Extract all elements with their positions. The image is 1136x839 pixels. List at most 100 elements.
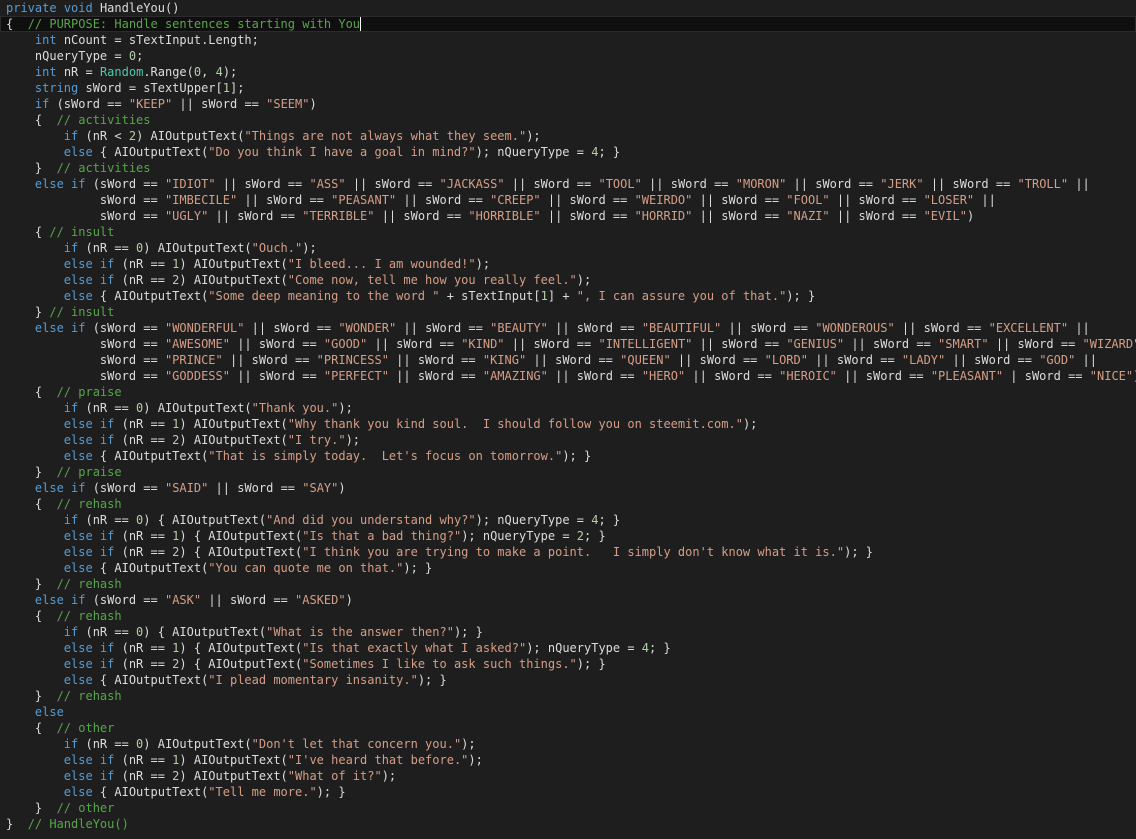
code-line[interactable]: sWord == "GODDESS" || sWord == "PERFECT"…	[0, 368, 1136, 384]
code-text: || sWord ==	[396, 321, 491, 335]
code-line[interactable]: else	[0, 704, 1136, 720]
string-literal: "KEEP"	[128, 97, 173, 111]
code-line[interactable]: { // other	[0, 720, 1136, 736]
code-text: || sWord ==	[692, 209, 787, 223]
code-line[interactable]: } // praise	[0, 464, 1136, 480]
string-literal: "Why thank you kind soul. I should follo…	[287, 417, 743, 431]
code-line[interactable]: else if (sWord == "WONDERFUL" || sWord =…	[0, 320, 1136, 336]
number-literal: 4	[641, 641, 650, 655]
string-literal: "UGLY"	[164, 209, 209, 223]
code-line[interactable]: else if (nR == 1) AIOutputText("I've hea…	[0, 752, 1136, 768]
code-line[interactable]: } // insult	[0, 304, 1136, 320]
code-line[interactable]: else { AIOutputText("Do you think I have…	[0, 144, 1136, 160]
code-line[interactable]: else { AIOutputText("You can quote me on…	[0, 560, 1136, 576]
code-text: || sWord ==	[172, 97, 267, 111]
keyword-token: else if	[63, 273, 115, 287]
keyword-token: else if	[34, 321, 86, 335]
string-literal: "HORRIBLE"	[468, 209, 541, 223]
code-line[interactable]: else { AIOutputText("That is simply toda…	[0, 448, 1136, 464]
code-line[interactable]: } // other	[0, 800, 1136, 816]
string-literal: "PERFECT"	[323, 369, 389, 383]
code-line[interactable]: if (nR == 0) AIOutputText("Thank you.");	[0, 400, 1136, 416]
code-line[interactable]: else if (nR == 1) { AIOutputText("Is tha…	[0, 640, 1136, 656]
code-text: || sWord ==	[547, 321, 642, 335]
code-line[interactable]: else if (nR == 2) AIOutputText("I try.")…	[0, 432, 1136, 448]
code-text: )	[345, 593, 353, 607]
string-literal: "Is that a bad thing?"	[302, 529, 462, 543]
code-line[interactable]: { // insult	[0, 224, 1136, 240]
code-line[interactable]: private void HandleYou()	[0, 0, 1136, 16]
code-text: ) { AIOutputText(	[143, 513, 267, 527]
code-line[interactable]: else if (nR == 1) AIOutputText("I bleed.…	[0, 256, 1136, 272]
number-literal: 1	[540, 289, 548, 303]
code-line[interactable]: else if (nR == 1) AIOutputText("Why than…	[0, 416, 1136, 432]
string-literal: "Thank you."	[251, 401, 339, 415]
code-comment: // rehash	[56, 497, 122, 511]
code-comment: // praise	[56, 385, 122, 399]
code-line[interactable]: if (nR == 0) AIOutputText("Don't let tha…	[0, 736, 1136, 752]
code-line[interactable]: } // rehash	[0, 688, 1136, 704]
code-line[interactable]: sWord == "IMBECILE" || sWord == "PEASANT…	[0, 192, 1136, 208]
code-text: );	[576, 273, 592, 287]
code-text: || sWord ==	[692, 193, 787, 207]
code-text: || sWord ==	[222, 353, 317, 367]
code-comment: // activities	[56, 161, 151, 175]
code-text: { AIOutputText(	[92, 289, 209, 303]
code-line[interactable]: { // praise	[0, 384, 1136, 400]
code-text: );	[381, 769, 397, 783]
string-literal: "KING"	[482, 353, 527, 367]
code-text: || sWord ==	[894, 321, 989, 335]
code-text: (nR ==	[114, 769, 173, 783]
keyword-token: private	[6, 1, 57, 15]
code-line[interactable]: { // rehash	[0, 496, 1136, 512]
code-line[interactable]: sWord == "PRINCE" || sWord == "PRINCESS"…	[0, 352, 1136, 368]
code-line[interactable]: else if (sWord == "SAID" || sWord == "SA…	[0, 480, 1136, 496]
code-line[interactable]: { // activities	[0, 112, 1136, 128]
code-text: || sWord ==	[786, 177, 881, 191]
code-line[interactable]: if (nR == 0) { AIOutputText("And did you…	[0, 512, 1136, 528]
keyword-token: else if	[63, 753, 115, 767]
code-editor[interactable]: private void HandleYou(){ // PURPOSE: Ha…	[0, 0, 1136, 839]
code-line[interactable]: else if (nR == 1) { AIOutputText("Is tha…	[0, 528, 1136, 544]
code-text: (sWord ==	[85, 593, 165, 607]
code-line[interactable]: } // HandleYou()	[0, 816, 1136, 832]
code-line[interactable]: sWord == "UGLY" || sWord == "TERRIBLE" |…	[0, 208, 1136, 224]
string-literal: "EVIL"	[923, 209, 967, 223]
code-line[interactable]: else if (nR == 2) AIOutputText("Come now…	[0, 272, 1136, 288]
code-line[interactable]: else if (sWord == "ASK" || sWord == "ASK…	[0, 592, 1136, 608]
string-literal: "IDIOT"	[164, 177, 216, 191]
code-line[interactable]: } // activities	[0, 160, 1136, 176]
code-line[interactable]: if (nR < 2) AIOutputText("Things are not…	[0, 128, 1136, 144]
code-line[interactable]: else { AIOutputText("I plead momentary i…	[0, 672, 1136, 688]
code-line[interactable]: else { AIOutputText("Tell me more."); }	[0, 784, 1136, 800]
code-line[interactable]: else if (nR == 2) { AIOutputText("I thin…	[0, 544, 1136, 560]
code-line[interactable]: int nCount = sTextInput.Length;	[0, 32, 1136, 48]
code-line[interactable]: { // rehash	[0, 608, 1136, 624]
string-literal: "GENIUS"	[786, 337, 845, 351]
code-line[interactable]: { // PURPOSE: Handle sentences starting …	[0, 16, 1136, 32]
code-line[interactable]: else if (sWord == "IDIOT" || sWord == "A…	[0, 176, 1136, 192]
string-literal: "LOSER"	[923, 193, 975, 207]
code-line[interactable]: else { AIOutputText("Some deep meaning t…	[0, 288, 1136, 304]
code-line[interactable]: else if (nR == 2) AIOutputText("What of …	[0, 768, 1136, 784]
code-line[interactable]: if (sWord == "KEEP" || sWord == "SEEM")	[0, 96, 1136, 112]
keyword-token: else if	[34, 593, 86, 607]
code-line[interactable]: if (nR == 0) { AIOutputText("What is the…	[0, 624, 1136, 640]
type-token: Random	[99, 65, 144, 79]
code-line[interactable]: } // rehash	[0, 576, 1136, 592]
code-line[interactable]: else if (nR == 2) { AIOutputText("Someti…	[0, 656, 1136, 672]
code-line[interactable]: if (nR == 0) AIOutputText("Ouch.");	[0, 240, 1136, 256]
code-line[interactable]: string sWord = sTextUpper[1];	[0, 80, 1136, 96]
string-literal: "SAID"	[164, 481, 209, 495]
code-line[interactable]: int nR = Random.Range(0, 4);	[0, 64, 1136, 80]
code-text: ); }	[453, 625, 483, 639]
code-text: (nR ==	[114, 753, 173, 767]
code-text: (sWord ==	[85, 177, 165, 191]
code-line[interactable]: sWord == "AWESOME" || sWord == "GOOD" ||…	[0, 336, 1136, 352]
code-line[interactable]: nQueryType = 0;	[0, 48, 1136, 64]
code-text: ); }	[844, 545, 873, 559]
